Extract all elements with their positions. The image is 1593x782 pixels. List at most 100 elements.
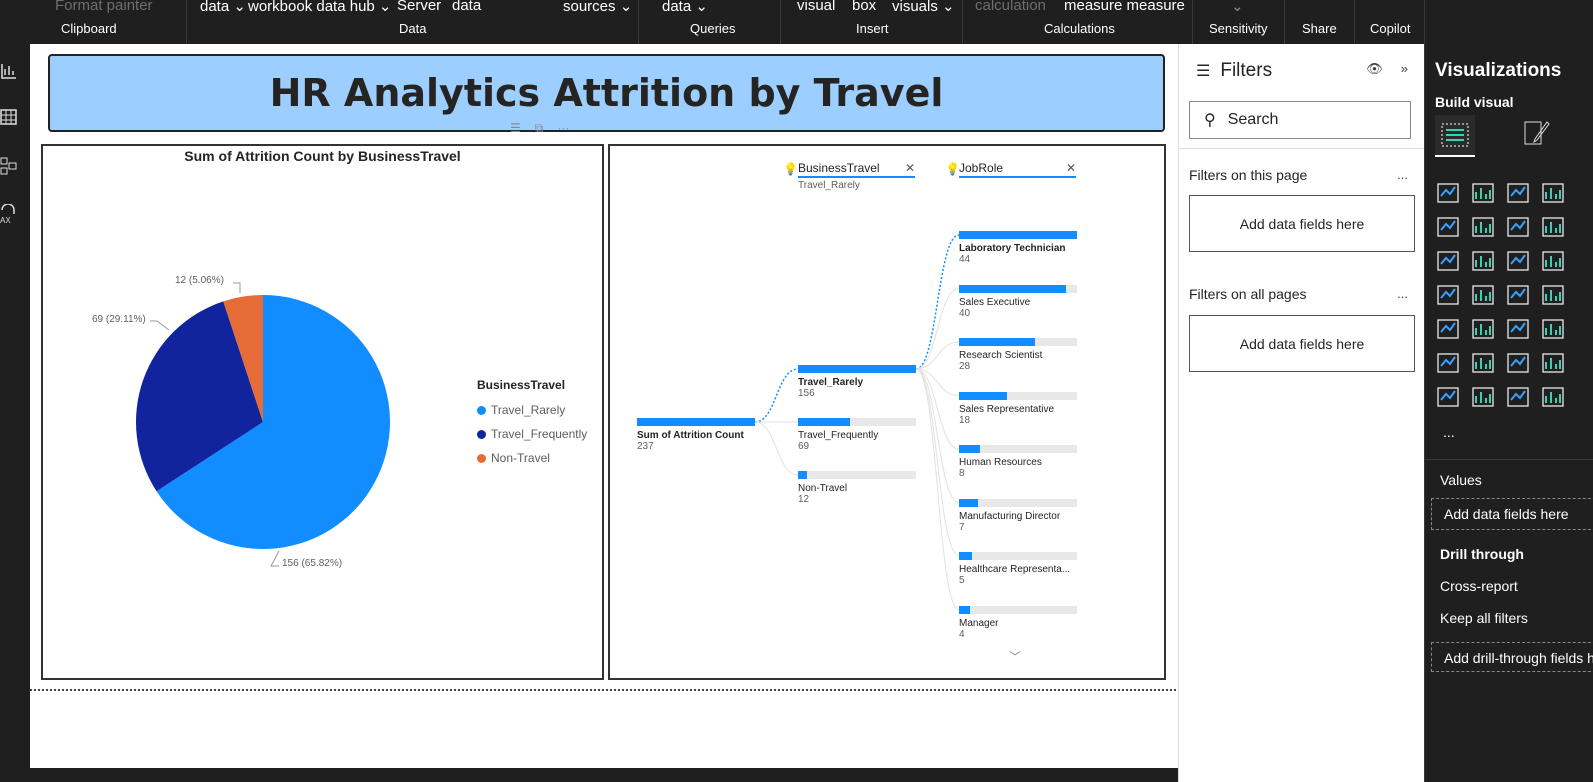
power-automate-icon[interactable] <box>1505 384 1531 410</box>
tree-connector <box>915 288 960 370</box>
legend-item-travel-rarely[interactable]: Travel_Rarely <box>477 398 587 422</box>
tree-node-jobrole[interactable]: Healthcare Representa... 5 <box>959 552 1077 586</box>
decomposition-tree-icon[interactable] <box>1505 350 1531 376</box>
tree-node-travel-rarely[interactable]: Travel_Rarely 156 <box>798 365 916 399</box>
enter-data-button[interactable]: data <box>452 0 481 14</box>
lightbulb-icon[interactable]: 💡 <box>945 162 960 176</box>
paginated-report-icon[interactable] <box>1435 384 1461 410</box>
values-well[interactable]: Add data fields here <box>1431 498 1593 530</box>
power-apps-icon[interactable] <box>1470 384 1496 410</box>
copilot-button[interactable]: Copilot <box>1370 21 1410 36</box>
build-visual-label: Build visual <box>1435 94 1514 110</box>
legend-item-non-travel[interactable]: Non-Travel <box>477 446 587 470</box>
tree-node-jobrole[interactable]: Research Scientist 28 <box>959 338 1077 372</box>
qna-icon[interactable] <box>1540 350 1566 376</box>
filled-map-icon[interactable] <box>1505 282 1531 308</box>
group-data: Data <box>399 21 427 36</box>
share-button[interactable]: Share <box>1302 21 1337 36</box>
ribbon-data-dropdown[interactable]: data ⌄ <box>200 0 246 15</box>
node-bar <box>959 552 972 560</box>
more-options-icon[interactable]: ··· <box>557 121 569 136</box>
format-brush-icon <box>1524 121 1550 145</box>
collapse-pane-icon[interactable]: » <box>1401 61 1408 77</box>
cross-report-toggle[interactable]: Cross-report <box>1440 578 1518 594</box>
model-view-icon[interactable] <box>0 155 18 177</box>
build-visual-tab[interactable] <box>1435 115 1475 157</box>
filter-icon[interactable]: ☰ <box>510 121 521 136</box>
filters-search-input[interactable]: ⚲ Search <box>1189 101 1411 139</box>
stacked-column-chart-icon[interactable] <box>1470 180 1496 206</box>
tree-node-jobrole[interactable]: Sales Executive 40 <box>959 284 1077 319</box>
decomposition-tree-visual[interactable]: 💡 BusinessTravel ✕ Travel_Rarely 💡 JobRo… <box>608 144 1166 680</box>
quick-measure-button[interactable]: calculation <box>975 0 1046 14</box>
tree-node-travel-frequently[interactable]: Travel_Frequently 69 <box>798 418 916 452</box>
more-options-icon[interactable]: ... <box>1397 167 1408 182</box>
eye-icon[interactable]: 👁 <box>1366 61 1383 77</box>
key-influencers-icon[interactable] <box>1470 350 1496 376</box>
report-view-icon[interactable] <box>0 60 18 82</box>
tree-node-root[interactable]: Sum of Attrition Count 237 <box>637 418 755 452</box>
text-box-button[interactable]: box <box>852 0 876 14</box>
table-view-icon[interactable] <box>0 106 18 128</box>
smart-narrative-icon[interactable] <box>1540 384 1566 410</box>
level-header-businesstravel[interactable]: BusinessTravel ✕ Travel_Rarely <box>798 161 915 191</box>
filters-pane: ☰ Filters 👁 » ⚲ Search Filters on this p… <box>1178 44 1425 782</box>
remove-level-icon[interactable]: ✕ <box>905 161 915 175</box>
more-visuals-icon[interactable]: ... <box>1443 424 1455 440</box>
report-title-textbox[interactable]: HR Analytics Attrition by Travel <box>48 54 1165 132</box>
drill-through-well[interactable]: Add drill-through fields here <box>1431 642 1593 672</box>
clustered-column-chart-icon[interactable] <box>1540 180 1566 206</box>
build-visual-icon <box>1441 123 1469 147</box>
azure-map-icon[interactable] <box>1540 282 1566 308</box>
data-sources-button[interactable]: sources ⌄ <box>563 0 632 15</box>
lightbulb-icon[interactable]: 💡 <box>783 162 798 176</box>
scatter-chart-icon[interactable] <box>1540 248 1566 274</box>
legend-item-travel-frequently[interactable]: Travel_Frequently <box>477 422 587 446</box>
line-chart-icon[interactable] <box>1435 214 1461 240</box>
report-title: HR Analytics Attrition by Travel <box>269 71 944 115</box>
slicer-icon[interactable] <box>1505 316 1531 342</box>
line-and-column-chart-icon[interactable] <box>1435 248 1461 274</box>
more-visuals-button[interactable]: visuals ⌄ <box>892 0 955 15</box>
more-options-icon[interactable]: ... <box>1397 286 1408 301</box>
focus-mode-icon[interactable]: ⧉ <box>535 121 544 136</box>
tree-node-jobrole[interactable]: Manufacturing Director 7 <box>959 498 1077 533</box>
transform-data-button[interactable]: data ⌄ <box>662 0 708 15</box>
keep-all-filters-toggle[interactable]: Keep all filters <box>1440 610 1528 626</box>
add-page-filter-well[interactable]: Add data fields here <box>1189 195 1415 252</box>
dax-query-view-icon[interactable]: AX <box>0 204 18 226</box>
tree-node-jobrole[interactable]: Sales Representative 18 <box>959 391 1077 426</box>
python-visual-icon[interactable] <box>1435 350 1461 376</box>
slice-leader-line <box>150 320 170 331</box>
tree-node-non-travel[interactable]: Non-Travel 12 <box>798 471 916 505</box>
stacked-bar-chart-icon[interactable] <box>1435 180 1461 206</box>
level-header-jobrole[interactable]: JobRole ✕ <box>959 161 1076 178</box>
sql-server-button[interactable]: Server <box>397 0 441 14</box>
add-report-filter-well[interactable]: Add data fields here <box>1189 315 1415 372</box>
new-visual-button[interactable]: visual <box>797 0 835 14</box>
sensitivity-dropdown[interactable]: ⌄ <box>1231 0 1244 15</box>
tree-node-jobrole[interactable]: Human Resources 8 <box>959 445 1077 479</box>
map-icon[interactable] <box>1470 282 1496 308</box>
area-chart-icon[interactable] <box>1470 214 1496 240</box>
new-measure-button[interactable]: measure measure <box>1064 0 1185 14</box>
tree-node-jobrole[interactable]: Laboratory Technician 44 <box>959 231 1077 265</box>
tree-node-jobrole[interactable]: Manager 4 <box>959 605 1077 640</box>
table-icon[interactable] <box>1540 316 1566 342</box>
format-visual-tab[interactable] <box>1521 118 1553 155</box>
remove-level-icon[interactable]: ✕ <box>1066 161 1076 175</box>
pie-chart-visual[interactable]: Sum of Attrition Count by BusinessTravel… <box>41 144 604 680</box>
scroll-down-chevron-icon[interactable]: ﹀ <box>1009 648 1021 665</box>
workbook-data-hub-button[interactable]: workbook data hub ⌄ <box>248 0 392 15</box>
ribbon-chart-icon[interactable] <box>1540 214 1566 240</box>
kpi-icon[interactable] <box>1470 316 1496 342</box>
waterfall-chart-icon[interactable] <box>1470 248 1496 274</box>
treemap-icon[interactable] <box>1435 282 1461 308</box>
card-icon[interactable] <box>1435 316 1461 342</box>
node-value: 8 <box>959 468 965 479</box>
funnel-chart-icon[interactable] <box>1505 248 1531 274</box>
stacked-area-chart-icon[interactable] <box>1505 214 1531 240</box>
clustered-bar-chart-icon[interactable] <box>1505 180 1531 206</box>
tree-connector <box>915 368 960 503</box>
format-painter-button[interactable]: Format painter <box>55 0 153 14</box>
